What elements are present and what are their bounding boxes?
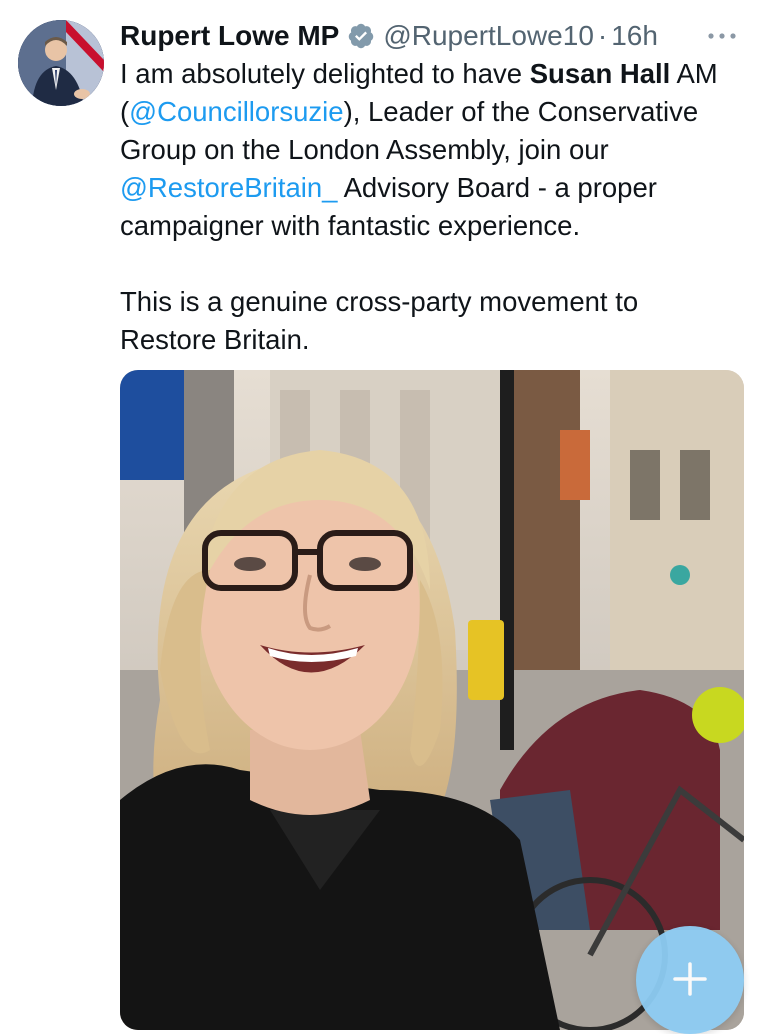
verified-badge-icon <box>347 22 375 50</box>
tweet-header: Rupert Lowe MP @RupertLowe10 · 16h <box>120 14 742 58</box>
bold-name: Susan Hall <box>529 58 671 89</box>
plus-icon <box>673 962 707 996</box>
tweet-text: I am absolutely delighted to have Susan … <box>120 55 740 359</box>
text-span: I am absolutely delighted to have <box>120 58 530 89</box>
tweet[interactable]: Rupert Lowe MP @RupertLowe10 · 16h I am … <box>0 0 762 1034</box>
avatar-photo <box>18 20 104 106</box>
photo-illustration <box>120 370 744 1030</box>
more-horizontal-icon[interactable] <box>702 18 742 54</box>
author-avatar[interactable] <box>18 20 104 106</box>
compose-button[interactable] <box>636 926 744 1034</box>
tweet-timestamp[interactable]: 16h <box>611 16 658 56</box>
author-display-name[interactable]: Rupert Lowe MP <box>120 16 339 56</box>
tweet-paragraph-1: I am absolutely delighted to have Susan … <box>120 55 740 245</box>
header-separator: · <box>597 20 608 51</box>
mention-link-restorebritain[interactable]: @RestoreBritain_ <box>120 172 337 203</box>
author-handle[interactable]: @RupertLowe10 <box>383 16 594 56</box>
tweet-photo[interactable] <box>120 370 744 1030</box>
tweet-paragraph-2: This is a genuine cross-party movement t… <box>120 286 639 355</box>
mention-link-councillorsuzie[interactable]: @Councillorsuzie <box>129 96 343 127</box>
